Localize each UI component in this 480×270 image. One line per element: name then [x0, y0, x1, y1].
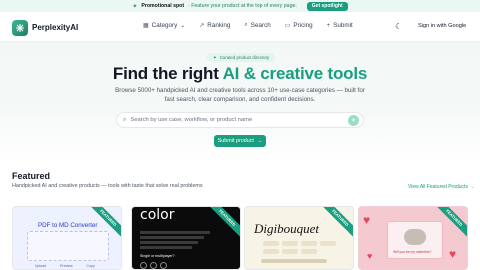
- nav-submit-label: Submit: [333, 22, 353, 29]
- featured-title: Featured: [12, 171, 51, 181]
- navbar: PerplexityAI ▦ Category ⌄ ↗ Ranking ⌕ Se…: [0, 12, 480, 42]
- search-submit-icon[interactable]: ✦: [348, 115, 359, 126]
- curated-badge-label: Curated product directory: [219, 55, 270, 60]
- featured-card-color[interactable]: color Single or multiplayer? FEATURED: [131, 206, 241, 270]
- trend-icon: ↗: [199, 23, 205, 29]
- logo-icon[interactable]: [12, 20, 28, 36]
- nav-search-label: Search: [250, 22, 271, 29]
- submit-product-label: Submit product: [217, 138, 254, 144]
- promo-bar: ✦ Promotional spot · Feature your produc…: [0, 0, 480, 12]
- arrow-right-icon: →: [256, 138, 263, 144]
- cat-illustration: [404, 229, 426, 245]
- promo-label: Promotional spot: [141, 3, 185, 9]
- card-text-lines: [140, 231, 212, 249]
- brand-name[interactable]: PerplexityAI: [32, 23, 78, 32]
- card-title: Digibouquet: [254, 221, 319, 236]
- card-tab: Upload: [35, 264, 47, 268]
- sign-in-button[interactable]: Sign in with Google: [418, 23, 466, 29]
- nav-category[interactable]: ▦ Category ⌄: [143, 22, 185, 29]
- option-dot: [140, 262, 147, 269]
- search-input[interactable]: [130, 117, 331, 123]
- hero-subtitle: Browse 5000+ handpicked AI and creative …: [115, 87, 365, 103]
- grid-icon: ▦: [143, 23, 149, 29]
- featured-card-digibouquet[interactable]: Digibouquet FEATURED: [244, 206, 354, 270]
- search-icon: ⌕: [123, 116, 127, 123]
- search-bar: ⌕ ✦: [116, 112, 364, 128]
- curated-badge: ✦ Curated product directory: [207, 53, 276, 62]
- search-icon: ⌕: [244, 22, 248, 28]
- option-dot: [150, 262, 157, 269]
- plus-icon: +: [326, 22, 331, 29]
- page-title: Find the right AI & creative tools: [0, 64, 480, 84]
- option-dots: [140, 262, 167, 269]
- chip-row: [263, 249, 317, 254]
- nav-category-label: Category: [151, 22, 178, 29]
- card-tab: Copy: [86, 264, 95, 268]
- nav-ranking[interactable]: ↗ Ranking: [199, 22, 230, 29]
- sparkle-icon: ✦: [132, 3, 138, 10]
- card-bar: [261, 259, 327, 263]
- title-accent: AI & creative tools: [222, 64, 368, 83]
- card-icon: ▭: [284, 23, 291, 29]
- heart-icon: ♥: [367, 251, 373, 261]
- featured-ribbon: FEATURED: [317, 207, 353, 241]
- heart-icon: ♥: [449, 247, 457, 261]
- nav-pricing-label: Pricing: [293, 22, 313, 29]
- card-tab: Preview: [60, 264, 73, 268]
- featured-subtitle: Handpicked AI and creative products — to…: [12, 183, 203, 189]
- title-prefix: Find the right: [112, 64, 223, 83]
- nav-submit[interactable]: + Submit: [327, 22, 353, 29]
- arrow-right-icon: →: [469, 184, 475, 190]
- card-caption: Will you be my valentine?: [393, 250, 432, 254]
- card-title: PDF to MD Converter: [38, 222, 98, 229]
- card-question: Single or multiplayer?: [140, 254, 175, 258]
- card-tabs: Upload Preview Copy: [35, 264, 95, 268]
- view-all-label: View All Featured Products: [408, 184, 468, 190]
- nav-links: ▦ Category ⌄ ↗ Ranking ⌕ Search ▭ Pricin…: [143, 22, 353, 29]
- moon-icon[interactable]: ☾: [395, 22, 402, 31]
- featured-card-valentine[interactable]: ♥ ♥ ♥ Will you be my valentine? FEATURED: [358, 206, 468, 270]
- promo-text: · Feature your product at the top of eve…: [188, 3, 297, 9]
- chevron-down-icon: ⌄: [180, 23, 186, 29]
- card-title: color: [140, 207, 175, 223]
- nav-pricing[interactable]: ▭ Pricing: [285, 22, 313, 29]
- get-spotlight-button[interactable]: Get spotlight: [306, 1, 348, 11]
- sparkle-icon: ✦: [213, 54, 217, 60]
- view-all-featured-link[interactable]: View All Featured Products →: [408, 184, 474, 190]
- submit-product-button[interactable]: Submit product →: [214, 135, 266, 147]
- heart-icon: ♥: [363, 213, 371, 227]
- featured-card-pdf-converter[interactable]: PDF to MD Converter Upload Preview Copy …: [12, 206, 122, 270]
- nav-search[interactable]: ⌕ Search: [244, 22, 270, 29]
- upload-dropzone: [27, 231, 109, 261]
- nav-ranking-label: Ranking: [207, 22, 231, 29]
- chip-row: [263, 241, 336, 246]
- option-dot: [160, 262, 167, 269]
